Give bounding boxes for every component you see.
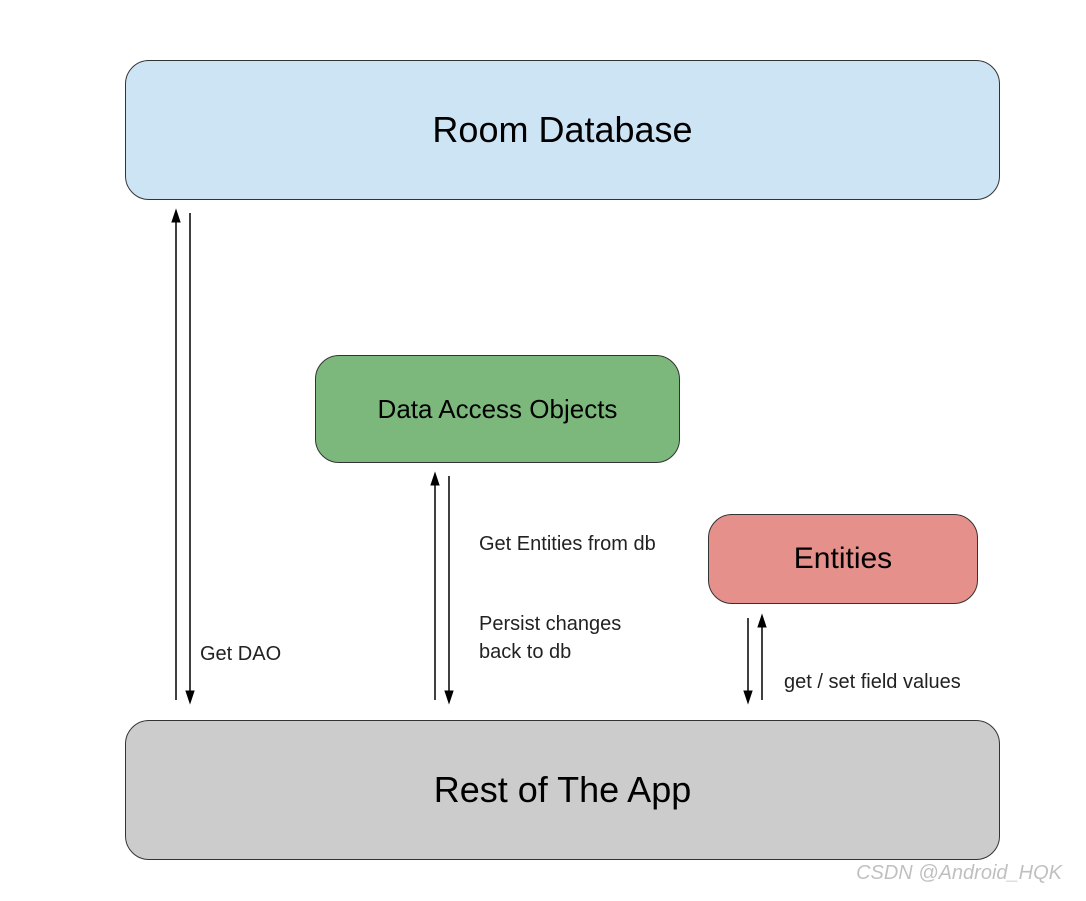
room-architecture-diagram: Room Database Data Access Objects Entiti… <box>0 0 1086 901</box>
arrow-getdao-group <box>172 210 194 703</box>
watermark: CSDN @Android_HQK <box>856 862 1062 885</box>
label-get-entities: Get Entities from db <box>479 530 656 558</box>
arrow-dao-app-group <box>431 473 453 703</box>
label-get-set: get / set field values <box>784 668 961 696</box>
arrow-entities-app-group <box>744 615 766 703</box>
label-get-dao: Get DAO <box>200 640 281 668</box>
label-persist-changes: Persist changes back to db <box>479 610 621 666</box>
arrows-svg <box>0 0 1086 901</box>
